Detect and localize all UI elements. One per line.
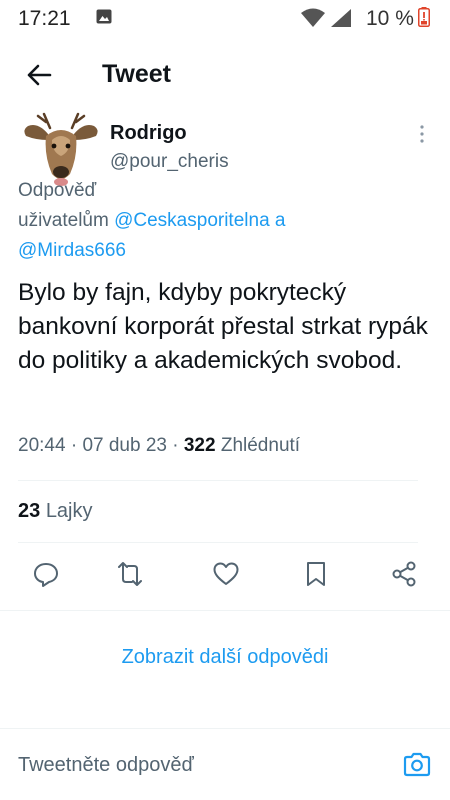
status-time: 17:21	[18, 7, 71, 30]
reply-composer[interactable]: Tweetněte odpověď	[0, 732, 450, 800]
avatar[interactable]	[18, 112, 104, 188]
image-icon	[96, 9, 112, 24]
battery-percent: 10 %	[366, 7, 414, 30]
author-handle[interactable]: @pour_cheris	[110, 151, 229, 173]
show-more-replies-button[interactable]: Zobrazit další odpovědi	[0, 646, 450, 669]
likes-stat[interactable]: 23 Lajky	[18, 500, 93, 523]
tweet-date[interactable]: 07 dub 23	[82, 435, 167, 456]
meta-separator: ·	[172, 435, 179, 456]
tweet-meta: 20:44 · 07 dub 23 · 322 Zhlédnutí	[18, 435, 300, 457]
reply-context: uživatelům @Ceskasporitelna a	[18, 210, 286, 232]
views-label: Zhlédnutí	[220, 435, 301, 456]
bookmark-icon[interactable]	[302, 560, 330, 588]
divider	[18, 480, 418, 481]
reply-input-placeholder[interactable]: Tweetněte odpověď	[18, 754, 194, 777]
wifi-icon	[301, 8, 325, 27]
status-bar: 17:21 10 %	[0, 0, 450, 36]
more-vertical-icon[interactable]	[414, 122, 430, 146]
top-app-bar: Tweet	[0, 50, 450, 100]
reply-context-line-2: @Mirdas666	[18, 240, 126, 262]
reply-icon[interactable]	[32, 560, 60, 588]
cellular-icon	[331, 9, 351, 27]
mention-joiner: a	[274, 210, 286, 231]
share-icon[interactable]	[390, 560, 418, 588]
divider	[18, 542, 418, 543]
likes-label: Lajky	[45, 500, 93, 522]
tweet-actions	[0, 560, 450, 596]
reply-to-label: uživatelům	[18, 210, 109, 231]
views-count: 322	[183, 435, 216, 456]
arrow-left-icon[interactable]	[24, 60, 54, 90]
like-icon[interactable]	[212, 560, 240, 588]
tweet-time[interactable]: 20:44	[18, 435, 66, 456]
divider	[0, 610, 450, 611]
camera-icon[interactable]	[402, 750, 432, 780]
likes-count: 23	[18, 500, 41, 522]
page-title: Tweet	[102, 60, 171, 88]
divider	[0, 728, 450, 729]
reply-prefix: Odpověď	[18, 180, 97, 201]
tweet-text: Bylo by fajn, kdyby pokrytecký bankovní …	[18, 279, 428, 374]
meta-separator: ·	[70, 435, 78, 456]
author-name[interactable]: Rodrigo	[110, 122, 187, 145]
mention-link[interactable]: @Mirdas666	[18, 240, 126, 261]
battery-low-icon	[418, 7, 430, 27]
mention-link[interactable]: @Ceskasporitelna	[114, 210, 270, 231]
retweet-icon[interactable]	[116, 560, 144, 588]
